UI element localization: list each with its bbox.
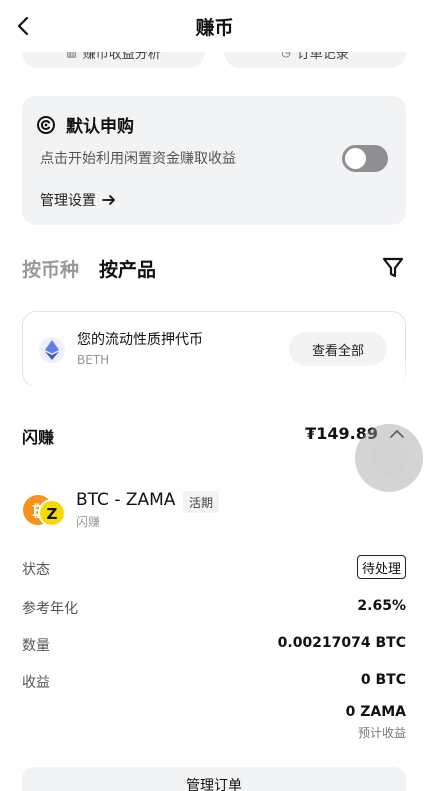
amount-value: 0.00217074 BTC [277, 635, 406, 651]
earnings-zama-value: 0 ZAMA [345, 704, 406, 720]
coin-product-type: 闪赚 [76, 515, 101, 529]
floating-assist-inner [371, 440, 407, 476]
earnings-label: 收益 [22, 675, 50, 691]
tab-by-product[interactable]: 按产品 [99, 255, 156, 282]
flexible-badge: 活期 [183, 491, 220, 513]
auto-subscribe-description: 点击开始利用闲置资金赚取收益 [40, 151, 236, 167]
auto-subscribe-card: 默认申购 点击开始利用闲置资金赚取收益 管理设置 [22, 96, 406, 225]
manage-settings-label: 管理设置 [40, 193, 96, 209]
coin-pair-name: BTC - ZAMA [76, 490, 176, 510]
header-bar: 赚币 [0, 0, 429, 52]
manage-settings-link[interactable]: 管理设置 [40, 190, 116, 210]
eth-icon [39, 337, 65, 363]
filter-icon[interactable] [381, 256, 405, 280]
floating-assist-button[interactable] [355, 424, 423, 492]
auto-subscribe-icon [37, 115, 55, 134]
estimated-earnings-label: 预计收益 [357, 726, 406, 740]
apr-label: 参考年化 [22, 601, 78, 617]
status-row: 状态 待处理 [22, 555, 406, 583]
auto-subscribe-toggle[interactable] [342, 145, 388, 172]
earnings-row: 收益 0 BTC [22, 672, 406, 696]
product-name: 您的流动性质押代币 [77, 332, 203, 348]
apr-row: 参考年化 2.65% [22, 598, 406, 622]
tab-by-coin[interactable]: 按币种 [22, 255, 79, 282]
amount-row: 数量 0.00217074 BTC [22, 635, 406, 659]
status-badge: 待处理 [356, 555, 406, 579]
apr-value: 2.65% [357, 598, 406, 614]
manage-order-button[interactable]: 管理订单 [22, 767, 406, 791]
view-tabs: 按币种 按产品 [22, 255, 156, 282]
product-symbol: BETH [77, 353, 110, 367]
amount-label: 数量 [22, 638, 50, 654]
arrow-right-icon [102, 195, 115, 205]
flash-section-label: 闪赚 [22, 428, 55, 447]
earnings-btc-value: 0 BTC [360, 672, 406, 688]
toggle-knob [345, 148, 366, 169]
btc-zama-pair-icon: ₿ Z [23, 495, 66, 527]
svg-text:Z: Z [47, 505, 58, 523]
page-title: 赚币 [195, 17, 234, 39]
auto-subscribe-title: 默认申购 [66, 117, 134, 137]
status-label: 状态 [22, 562, 50, 578]
